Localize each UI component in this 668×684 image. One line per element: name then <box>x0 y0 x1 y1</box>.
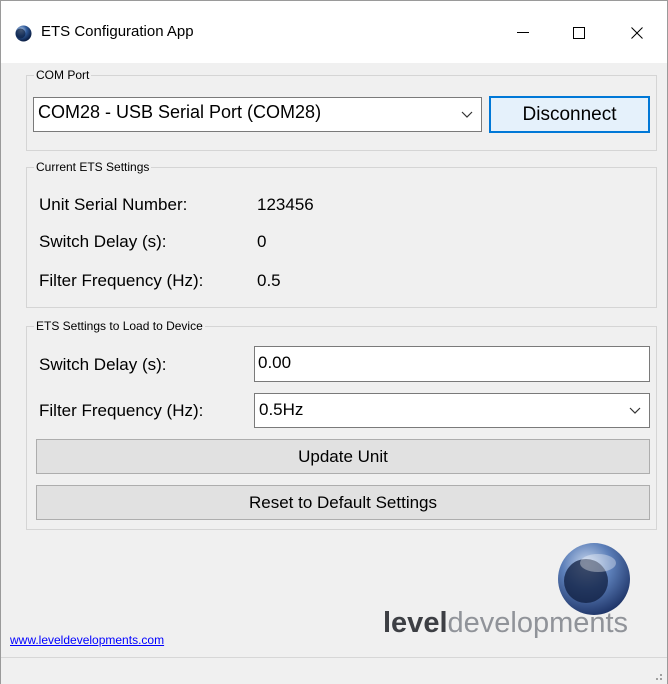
current-switch-delay-value: 0 <box>257 232 267 251</box>
window-title: ETS Configuration App <box>41 23 194 40</box>
minimize-icon <box>517 32 529 33</box>
level-developments-logo-icon <box>558 543 630 615</box>
current-filter-frequency-value: 0.5 <box>257 271 281 290</box>
close-button[interactable] <box>614 13 660 53</box>
filter-frequency-select[interactable]: 0.5Hz <box>254 393 650 428</box>
maximize-icon <box>573 27 585 39</box>
load-settings-group-label: ETS Settings to Load to Device <box>34 319 205 333</box>
title-bar[interactable]: ETS Configuration App <box>1 1 667 63</box>
level-developments-wordmark: leveldevelopments <box>383 607 628 640</box>
wordmark-developments: developments <box>447 607 629 639</box>
website-link[interactable]: www.leveldevelopments.com <box>10 633 164 647</box>
resize-grip-icon[interactable] <box>653 671 663 681</box>
serial-number-label: Unit Serial Number: <box>39 195 188 214</box>
status-bar <box>1 657 667 684</box>
chevron-down-icon <box>629 407 641 414</box>
app-globe-icon <box>15 25 32 42</box>
reset-default-settings-button[interactable]: Reset to Default Settings <box>36 485 650 520</box>
update-unit-button[interactable]: Update Unit <box>36 439 650 474</box>
close-icon <box>631 27 643 39</box>
com-port-group-label: COM Port <box>34 68 92 82</box>
disconnect-button[interactable]: Disconnect <box>489 96 650 133</box>
app-window: ETS Configuration App COM Port COM28 - U… <box>0 0 668 684</box>
switch-delay-input-value: 0.00 <box>258 353 292 372</box>
switch-delay-input[interactable]: 0.00 <box>254 346 650 382</box>
current-settings-group-label: Current ETS Settings <box>34 160 152 174</box>
current-switch-delay-label: Switch Delay (s): <box>39 232 167 251</box>
current-filter-frequency-label: Filter Frequency (Hz): <box>39 271 204 290</box>
load-switch-delay-label: Switch Delay (s): <box>39 355 167 374</box>
chevron-down-icon <box>461 111 473 118</box>
maximize-button[interactable] <box>556 13 602 53</box>
filter-frequency-selected-value: 0.5Hz <box>259 400 304 419</box>
load-filter-frequency-label: Filter Frequency (Hz): <box>39 401 204 420</box>
wordmark-level: level <box>383 607 448 639</box>
com-port-select[interactable]: COM28 - USB Serial Port (COM28) <box>33 97 482 132</box>
minimize-button[interactable] <box>500 13 546 53</box>
serial-number-value: 123456 <box>257 195 314 214</box>
com-port-selected-value: COM28 - USB Serial Port (COM28) <box>38 102 322 122</box>
